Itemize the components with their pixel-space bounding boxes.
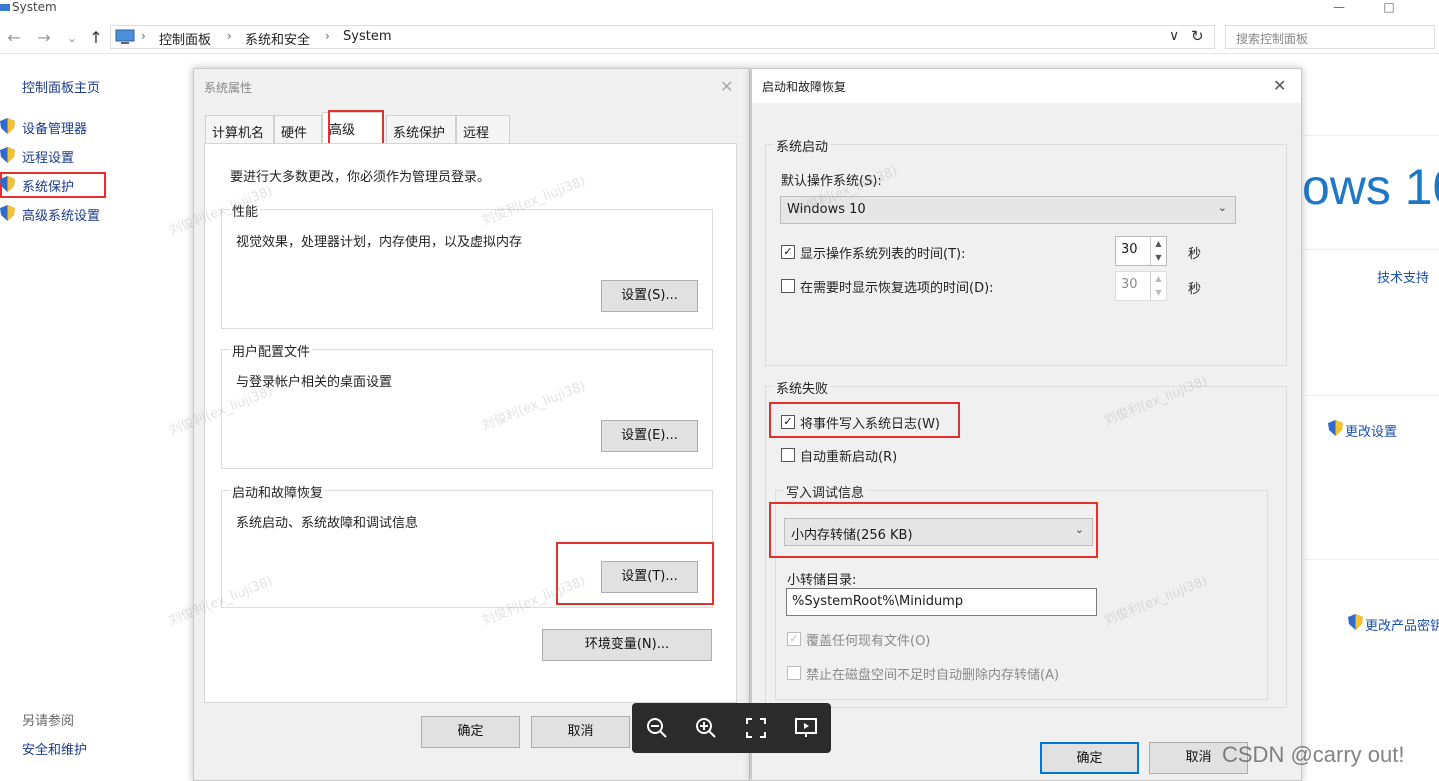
- recent-locations-button[interactable]: ⌄: [62, 28, 82, 48]
- tab-system-protection[interactable]: 系统保护: [386, 115, 456, 143]
- zoom-out-icon[interactable]: [644, 716, 670, 740]
- system-startup-label: 系统启动: [774, 136, 831, 155]
- system-failure-label: 系统失败: [774, 378, 831, 397]
- show-os-list-time-value: 30: [1121, 242, 1138, 257]
- window-title: System: [12, 0, 57, 14]
- shield-icon: [0, 118, 15, 134]
- sidebar-item-label: 系统保护: [22, 180, 75, 195]
- stepper-up-icon[interactable]: ▲: [1150, 237, 1166, 251]
- system-properties-ok-button[interactable]: 确定: [421, 716, 520, 748]
- address-bar[interactable]: › 控制面板 › 系统和安全 › System ∨ ↻: [110, 25, 1215, 49]
- default-os-select[interactable]: Windows 10 ⌄: [780, 196, 1236, 224]
- csdn-watermark: CSDN @carry out!: [1222, 742, 1405, 767]
- dump-dir-input[interactable]: %SystemRoot%\Minidump: [786, 588, 1097, 616]
- search-input[interactable]: 搜索控制面板: [1225, 25, 1435, 49]
- environment-variables-button[interactable]: 环境变量(N)...: [542, 629, 712, 661]
- stepper-down-icon[interactable]: ▼: [1150, 251, 1166, 265]
- debug-info-label: 写入调试信息: [784, 482, 867, 501]
- highlight-box: [556, 542, 714, 605]
- startup-recovery-close-button[interactable]: ✕: [1273, 76, 1286, 96]
- auto-restart-label: 自动重新启动(R): [800, 450, 898, 465]
- performance-settings-button[interactable]: 设置(S)...: [601, 280, 698, 312]
- performance-label: 性能: [230, 201, 261, 220]
- show-os-list-checkbox[interactable]: ✓: [781, 245, 795, 259]
- stepper-down-icon[interactable]: ▼: [1150, 286, 1166, 300]
- shield-icon: [0, 147, 15, 163]
- system-properties-close-button[interactable]: ✕: [720, 77, 733, 97]
- shield-icon: [1348, 614, 1363, 630]
- breadcrumb-separator: ›: [227, 29, 232, 43]
- system-properties-cancel-button[interactable]: 取消: [531, 716, 630, 748]
- breadcrumb-system-security[interactable]: 系统和安全: [245, 29, 310, 48]
- stepper-up-icon[interactable]: ▲: [1150, 272, 1166, 286]
- image-viewer-toolbar: [632, 703, 831, 753]
- dump-dir-label: 小转储目录:: [787, 573, 857, 588]
- default-os-label: 默认操作系统(S):: [781, 174, 882, 189]
- startup-recovery-ok-button[interactable]: 确定: [1040, 742, 1139, 774]
- see-also-heading: 另请参阅: [22, 714, 75, 729]
- disable-autodelete-label: 禁止在磁盘空间不足时自动删除内存转储(A): [806, 668, 1060, 683]
- tech-support-link[interactable]: 技术支持: [1377, 267, 1429, 286]
- user-profiles-label: 用户配置文件: [230, 341, 313, 360]
- change-settings-label: 更改设置: [1345, 425, 1398, 440]
- auto-restart-checkbox[interactable]: [781, 448, 795, 462]
- tab-remote[interactable]: 远程: [456, 115, 510, 143]
- show-recovery-label: 在需要时显示恢复选项的时间(D):: [800, 281, 994, 296]
- forward-button[interactable]: →: [34, 28, 54, 48]
- show-recovery-time-stepper[interactable]: 30 ▲ ▼: [1115, 271, 1167, 301]
- address-dropdown-button[interactable]: ∨: [1169, 28, 1179, 44]
- maximize-button[interactable]: □: [1380, 0, 1398, 14]
- show-recovery-checkbox[interactable]: [781, 279, 795, 293]
- minimize-button[interactable]: —: [1330, 0, 1348, 14]
- back-button[interactable]: ←: [4, 28, 24, 48]
- refresh-button[interactable]: ↻: [1191, 27, 1204, 45]
- see-also-security-maintenance-link[interactable]: 安全和维护: [22, 739, 87, 758]
- shield-icon: [0, 176, 15, 192]
- window-title-bar: System — □: [0, 0, 1439, 22]
- user-profiles-description: 与登录帐户相关的桌面设置: [236, 375, 393, 390]
- breadcrumb-separator: ›: [141, 29, 146, 43]
- sidebar-item-label: 设备管理器: [22, 122, 88, 137]
- overwrite-label: 覆盖任何现有文件(O): [806, 634, 931, 649]
- breadcrumb-separator: ›: [325, 29, 330, 43]
- write-event-log-checkbox[interactable]: ✓: [781, 415, 795, 429]
- disable-autodelete-checkbox[interactable]: [787, 666, 801, 680]
- show-os-list-label: 显示操作系统列表的时间(T):: [800, 247, 966, 262]
- seconds-unit: 秒: [1188, 282, 1202, 297]
- tab-computer-name[interactable]: 计算机名: [205, 115, 274, 143]
- up-button[interactable]: ↑: [86, 28, 106, 48]
- admin-note: 要进行大多数更改，你必须作为管理员登录。: [230, 170, 491, 185]
- zoom-in-icon[interactable]: [693, 716, 719, 740]
- computer-icon: [115, 29, 135, 44]
- shield-icon: [1328, 420, 1343, 436]
- seconds-unit: 秒: [1188, 247, 1202, 262]
- write-event-log-label: 将事件写入系统日志(W): [800, 417, 940, 432]
- user-profiles-settings-button[interactable]: 设置(E)...: [601, 420, 698, 452]
- sidebar-home-link[interactable]: 控制面板主页: [22, 77, 100, 96]
- performance-description: 视觉效果，处理器计划，内存使用，以及虚拟内存: [236, 235, 523, 250]
- navigation-bar: ← → ⌄ ↑ › 控制面板 › 系统和安全 › System ∨ ↻ 搜索控制…: [0, 22, 1439, 54]
- breadcrumb-control-panel[interactable]: 控制面板: [159, 29, 211, 48]
- computer-name-panel: [1305, 395, 1439, 560]
- fullscreen-icon[interactable]: [743, 716, 769, 740]
- show-os-list-time-stepper[interactable]: 30 ▲ ▼: [1115, 236, 1167, 266]
- highlight-box: [769, 502, 1098, 558]
- shield-icon: [0, 205, 15, 221]
- chevron-down-icon: ⌄: [1217, 201, 1227, 214]
- breadcrumb-system[interactable]: System: [343, 29, 391, 44]
- startup-recovery-description: 系统启动、系统故障和调试信息: [236, 516, 419, 531]
- system-icon: [0, 4, 10, 11]
- startup-recovery-label: 启动和故障恢复: [230, 482, 326, 501]
- system-properties-title: 系统属性: [204, 81, 253, 95]
- default-os-value: Windows 10: [787, 202, 866, 217]
- sidebar-item-label: 远程设置: [22, 151, 75, 166]
- change-product-key-label: 更改产品密钥: [1365, 619, 1439, 634]
- tab-hardware[interactable]: 硬件: [274, 115, 322, 143]
- windows-logo-text: ows 10: [1302, 159, 1439, 215]
- slideshow-icon[interactable]: [793, 716, 819, 740]
- show-recovery-time-value: 30: [1121, 277, 1138, 292]
- startup-recovery-title: 启动和故障恢复: [762, 80, 847, 94]
- overwrite-checkbox[interactable]: ✓: [787, 632, 801, 646]
- sidebar-item-label: 高级系统设置: [22, 209, 101, 224]
